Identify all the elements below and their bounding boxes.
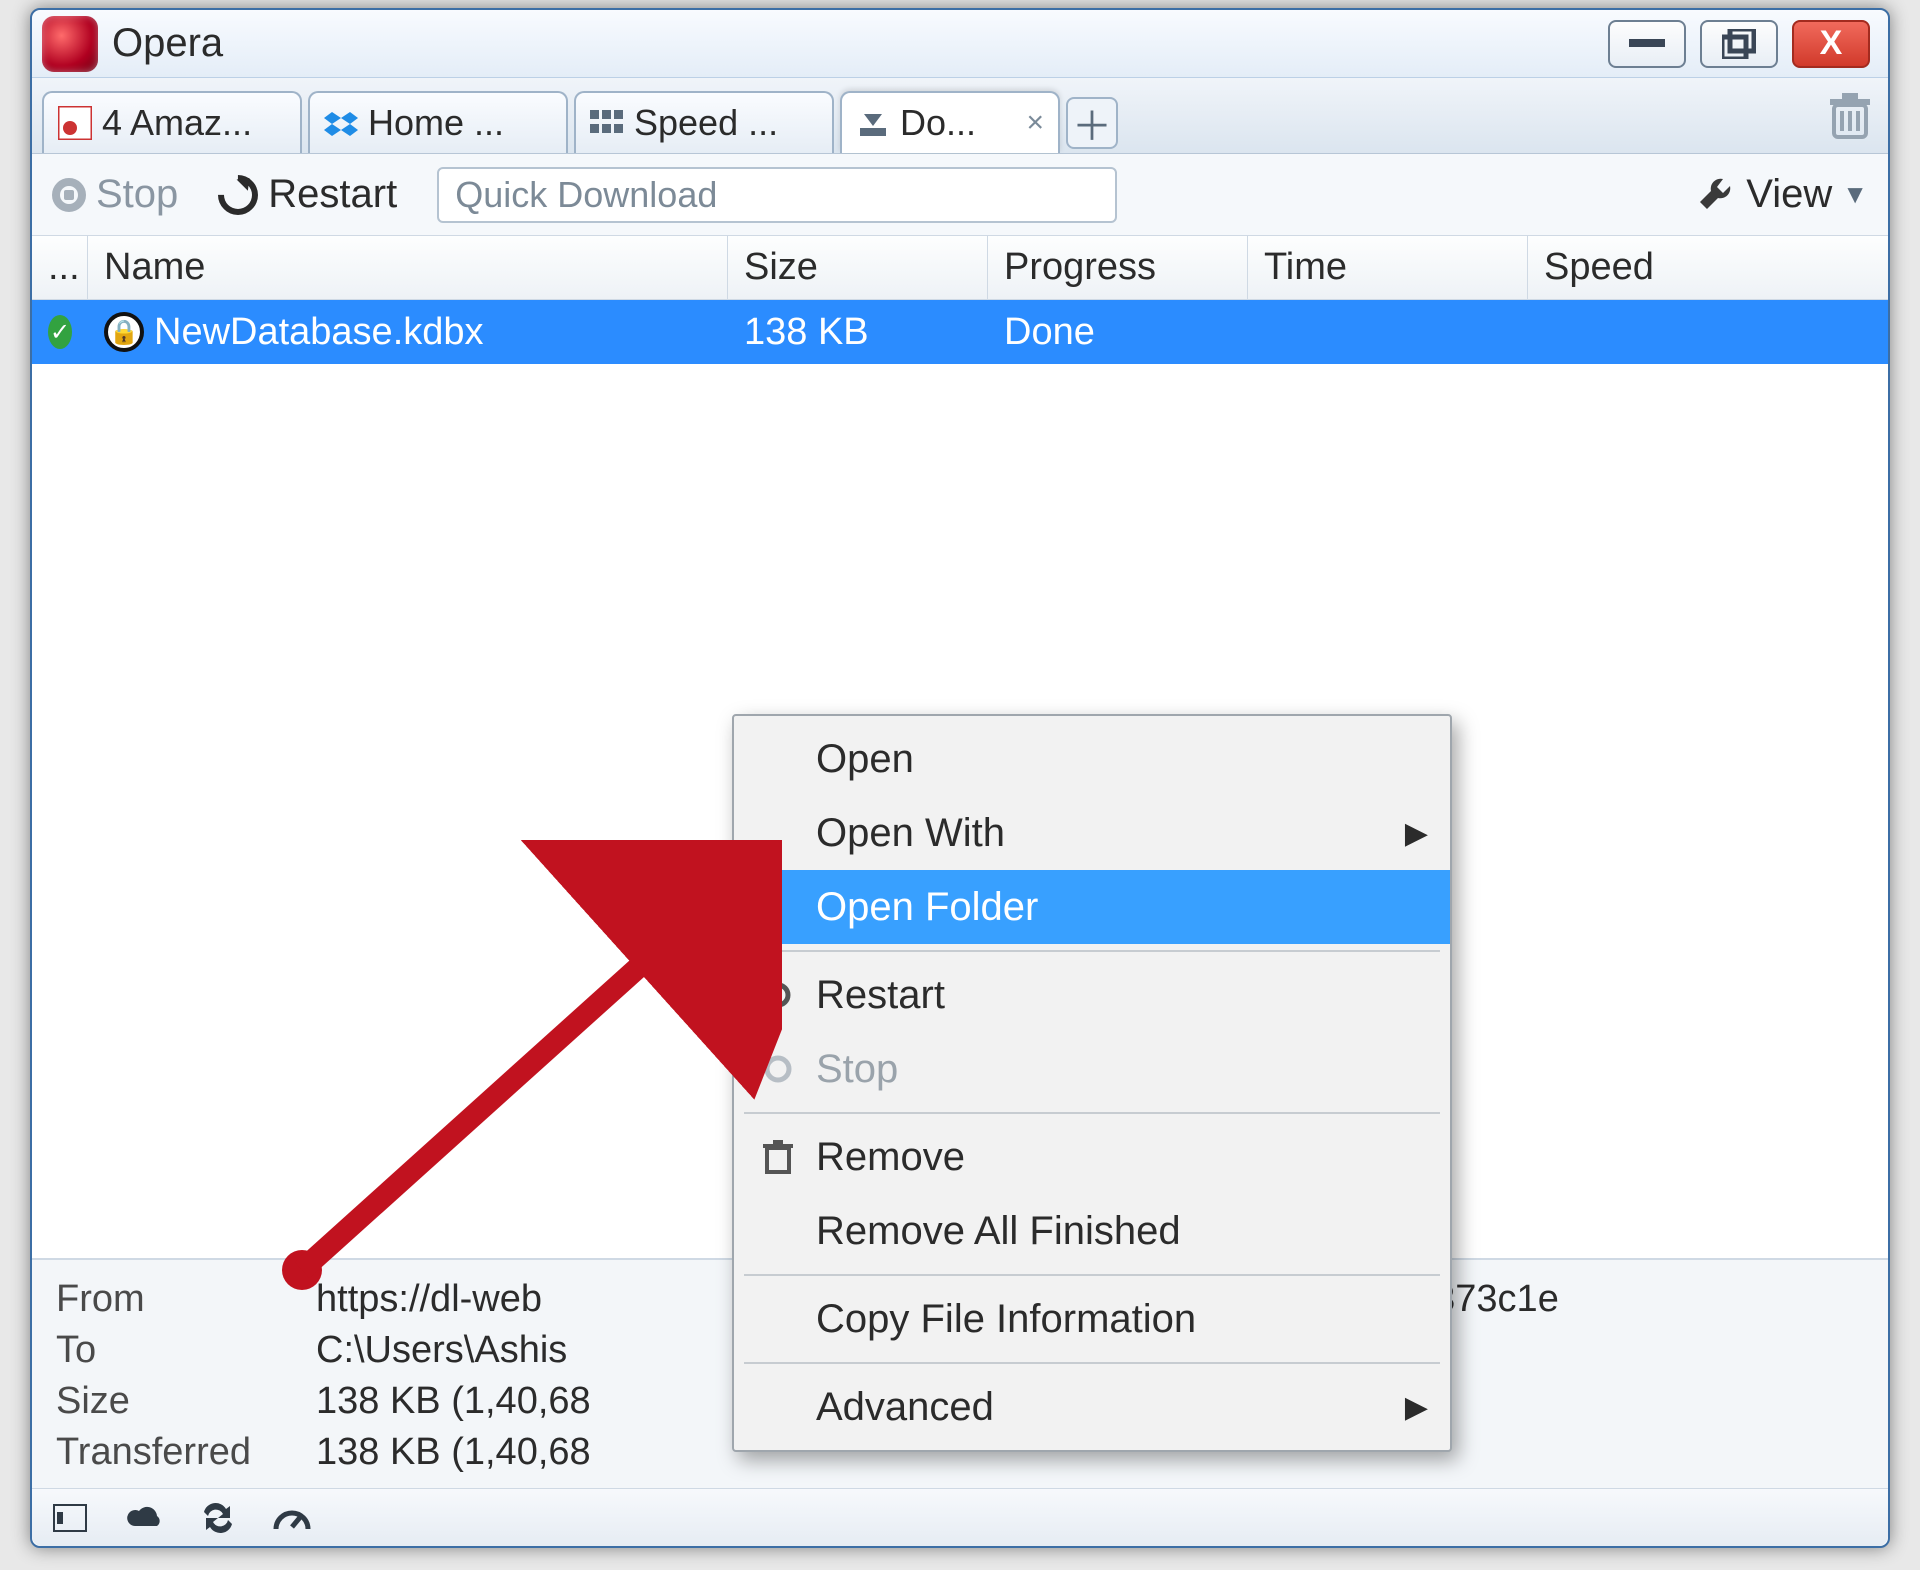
tab-speed[interactable]: Speed ... xyxy=(574,91,834,153)
menu-open[interactable]: Open xyxy=(734,722,1450,796)
menu-copy-file-info[interactable]: Copy File Information xyxy=(734,1282,1450,1356)
detail-transferred-label: Transferred xyxy=(56,1431,316,1474)
menu-stop[interactable]: Stop xyxy=(734,1032,1450,1106)
minimize-icon xyxy=(1629,39,1665,49)
menu-remove-all-finished[interactable]: Remove All Finished xyxy=(734,1194,1450,1268)
col-name[interactable]: Name xyxy=(88,236,728,299)
quick-download-input[interactable]: Quick Download xyxy=(437,167,1117,223)
tabstrip: 4 Amaz... Home ... Speed ... Do... × xyxy=(32,78,1888,154)
tab-label: Speed ... xyxy=(634,102,778,144)
maximize-icon xyxy=(1722,29,1756,59)
row-progress: Done xyxy=(1004,311,1095,354)
downloads-list: ✓ 🔒 NewDatabase.kdbx 138 KB Done Open Op… xyxy=(32,300,1888,1259)
titlebar: Opera X xyxy=(32,10,1888,78)
dropbox-icon xyxy=(324,106,358,140)
col-time[interactable]: Time xyxy=(1248,236,1528,299)
trash-icon xyxy=(1828,93,1872,141)
plus-icon: ＋ xyxy=(1072,94,1112,152)
closed-tabs-trash[interactable] xyxy=(1822,89,1878,145)
page-icon xyxy=(58,106,92,140)
stop-icon xyxy=(760,1051,796,1087)
menu-restart[interactable]: Restart xyxy=(734,958,1450,1032)
col-status[interactable]: ... xyxy=(32,236,88,299)
restart-icon xyxy=(210,166,267,223)
tab-downloads[interactable]: Do... × xyxy=(840,91,1060,153)
detail-size-label: Size xyxy=(56,1380,316,1423)
menu-separator xyxy=(744,1362,1440,1364)
menu-open-with[interactable]: Open With ▶ xyxy=(734,796,1450,870)
menu-separator xyxy=(744,1274,1440,1276)
tab-close-icon[interactable]: × xyxy=(1026,106,1044,140)
app-title: Opera xyxy=(112,21,223,66)
grid-icon xyxy=(590,106,624,140)
download-icon xyxy=(856,106,890,140)
col-speed[interactable]: Speed xyxy=(1528,236,1888,299)
detail-to-label: To xyxy=(56,1329,316,1372)
opera-icon xyxy=(42,16,98,72)
view-button[interactable]: View ▼ xyxy=(1696,172,1868,217)
minimize-button[interactable] xyxy=(1608,20,1686,68)
wrench-icon xyxy=(1696,175,1736,215)
menu-advanced[interactable]: Advanced ▶ xyxy=(734,1370,1450,1444)
menu-open-folder[interactable]: Open Folder xyxy=(734,870,1450,944)
tab-label: Do... xyxy=(900,102,976,144)
restart-icon xyxy=(760,977,796,1013)
restart-label: Restart xyxy=(268,172,397,217)
col-size[interactable]: Size xyxy=(728,236,988,299)
maximize-button[interactable] xyxy=(1700,20,1778,68)
tab-label: Home ... xyxy=(368,102,504,144)
row-size: 138 KB xyxy=(744,311,869,354)
tab-home[interactable]: Home ... xyxy=(308,91,568,153)
tab-4amaz[interactable]: 4 Amaz... xyxy=(42,91,302,153)
search-placeholder: Quick Download xyxy=(455,174,717,216)
row-name: NewDatabase.kdbx xyxy=(154,311,484,354)
menu-remove[interactable]: Remove xyxy=(734,1120,1450,1194)
download-toolbar: Stop Restart Quick Download View ▼ xyxy=(32,154,1888,236)
sync-icon[interactable] xyxy=(198,1498,238,1538)
download-row[interactable]: ✓ 🔒 NewDatabase.kdbx 138 KB Done xyxy=(32,300,1888,364)
column-headers: ... Name Size Progress Time Speed xyxy=(32,236,1888,300)
statusbar xyxy=(32,1488,1888,1546)
detail-from-label: From xyxy=(56,1278,316,1321)
annotation-arrow xyxy=(262,840,782,1320)
chevron-down-icon: ▼ xyxy=(1842,179,1868,210)
restart-button[interactable]: Restart xyxy=(218,172,397,217)
lock-icon: 🔒 xyxy=(104,312,144,352)
new-tab-button[interactable]: ＋ xyxy=(1066,97,1118,149)
context-menu: Open Open With ▶ Open Folder Restart St xyxy=(732,714,1452,1452)
submenu-arrow-icon: ▶ xyxy=(1405,1390,1428,1425)
cloud-icon[interactable] xyxy=(124,1498,164,1538)
tab-label: 4 Amaz... xyxy=(102,102,252,144)
menu-separator xyxy=(744,1112,1440,1114)
panel-icon[interactable] xyxy=(50,1498,90,1538)
view-label: View xyxy=(1746,172,1832,217)
stop-icon xyxy=(52,178,86,212)
submenu-arrow-icon: ▶ xyxy=(1405,816,1428,851)
menu-separator xyxy=(744,950,1440,952)
opera-window: Opera X 4 Amaz... xyxy=(30,8,1890,1548)
trash-icon xyxy=(760,1139,796,1175)
close-icon: X xyxy=(1820,24,1843,63)
col-progress[interactable]: Progress xyxy=(988,236,1248,299)
stop-label: Stop xyxy=(96,172,178,217)
stop-button[interactable]: Stop xyxy=(52,172,178,217)
close-button[interactable]: X xyxy=(1792,20,1870,68)
gauge-icon[interactable] xyxy=(272,1498,312,1538)
checkmark-icon: ✓ xyxy=(48,315,72,349)
